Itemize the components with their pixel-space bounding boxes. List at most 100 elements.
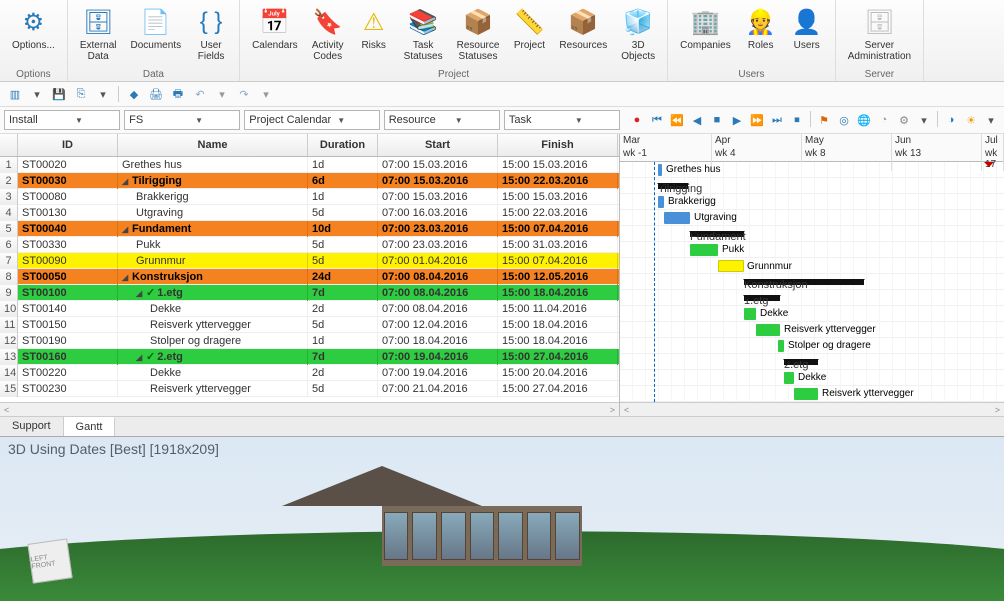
drop2-icon[interactable]: ▾ — [982, 111, 1000, 129]
record-icon[interactable]: ● — [628, 111, 646, 129]
prev2-icon[interactable]: ⏪ — [668, 111, 686, 129]
gantt-task-bar[interactable]: Pukk — [690, 244, 718, 256]
gantt-task-bar[interactable]: Stolper og dragere — [778, 340, 784, 352]
table-row[interactable]: 11ST00150Reisverk yttervegger5d07:00 12.… — [0, 317, 619, 333]
user-fields-button[interactable]: { }User Fields — [189, 4, 233, 68]
printpreview-icon[interactable]: 🖶 — [169, 85, 187, 103]
3d-viewport[interactable]: 3D Using Dates [Best] [1918x209] LEFT FR… — [0, 436, 1004, 601]
table-row[interactable]: 13ST00160✓2.etg7d07:00 19.04.201615:00 2… — [0, 349, 619, 365]
resource-combo[interactable]: Resource▼ — [384, 110, 500, 130]
drop-icon[interactable]: ▾ — [915, 111, 933, 129]
dropdown1-icon[interactable]: ▾ — [28, 85, 46, 103]
table-row[interactable]: 3ST00080Brakkerigg1d07:00 15.03.201615:0… — [0, 189, 619, 205]
gantt-task-bar[interactable]: Dekke — [744, 308, 756, 320]
gantt-task-bar[interactable]: Reisverk yttervegger — [794, 388, 818, 400]
undo-drop-icon[interactable]: ▾ — [213, 85, 231, 103]
gantt-task-bar[interactable]: Dekke — [784, 372, 794, 384]
table-row[interactable]: 4ST00130Utgraving5d07:00 16.03.201615:00… — [0, 205, 619, 221]
gantt-summary-bar[interactable]: Konstruksjon — [744, 279, 864, 285]
table-row[interactable]: 14ST00220Dekke2d07:00 19.04.201615:00 20… — [0, 365, 619, 381]
3d-objects-button[interactable]: 🧊3D Objects — [615, 4, 661, 68]
grid-hscroll[interactable]: <> — [0, 402, 619, 416]
prev-icon[interactable]: ◀ — [688, 111, 706, 129]
table-row[interactable]: 9ST00100✓1.etg7d07:00 08.04.201615:00 18… — [0, 285, 619, 301]
install-combo[interactable]: Install▼ — [4, 110, 120, 130]
print-icon[interactable]: 🖨 — [147, 85, 165, 103]
activity-codes-button[interactable]: 🔖Activity Codes — [306, 4, 350, 68]
expand-icon[interactable] — [122, 269, 130, 277]
table-row[interactable]: 7ST00090Grunnmur5d07:00 01.04.201615:00 … — [0, 253, 619, 269]
expand-icon[interactable] — [122, 173, 130, 181]
target-icon[interactable]: ◎ — [835, 111, 853, 129]
redo-drop-icon[interactable]: ▾ — [257, 85, 275, 103]
task-combo[interactable]: Task▼ — [504, 110, 620, 130]
id-header[interactable]: ID — [18, 134, 118, 156]
gantt-summary-bar[interactable]: Fundament — [690, 231, 744, 237]
gantt-summary-bar[interactable]: Tilrigging — [658, 183, 688, 189]
gear-small-icon[interactable]: ⚙ — [895, 111, 913, 129]
dropdown2-icon[interactable]: ▾ — [94, 85, 112, 103]
table-row[interactable]: 6ST00330Pukk5d07:00 23.03.201615:00 31.0… — [0, 237, 619, 253]
table-row[interactable]: 8ST00050Konstruksjon24d07:00 08.04.20161… — [0, 269, 619, 285]
duration-header[interactable]: Duration — [308, 134, 378, 156]
undo-icon[interactable]: ↶ — [191, 85, 209, 103]
expand-icon[interactable] — [136, 285, 144, 293]
gantt-task-bar[interactable]: Brakkerigg — [658, 196, 664, 208]
next-icon[interactable]: ▶ — [728, 111, 746, 129]
gantt-task-bar[interactable]: Reisverk yttervegger — [756, 324, 780, 336]
table-row[interactable]: 12ST00190Stolper og dragere1d07:00 18.04… — [0, 333, 619, 349]
gantt-task-bar[interactable]: Grunnmur — [718, 260, 744, 272]
gantt-summary-bar[interactable]: 2.etg — [784, 359, 818, 365]
next2-icon[interactable]: ⏩ — [748, 111, 766, 129]
server-admin-button[interactable]: 🗄Server Administration — [842, 4, 917, 68]
new-icon[interactable]: ▥ — [6, 85, 24, 103]
tab-support[interactable]: Support — [0, 417, 64, 436]
viewcube-icon[interactable]: LEFT FRONT — [27, 538, 72, 583]
saveas-icon[interactable]: ⎘ — [72, 85, 90, 103]
globe-icon[interactable]: 🌐 — [855, 111, 873, 129]
save-icon[interactable]: 💾 — [50, 85, 68, 103]
table-row[interactable]: 2ST00030Tilrigging6d07:00 15.03.201615:0… — [0, 173, 619, 189]
calendars-button[interactable]: 📅Calendars — [246, 4, 304, 68]
moon-icon[interactable]: ◑ — [942, 111, 960, 129]
capture-icon[interactable]: ⏹ — [788, 111, 806, 129]
gantt-hscroll[interactable]: <> — [620, 402, 1004, 416]
name-header[interactable]: Name — [118, 134, 308, 156]
resource-statuses-button[interactable]: 📦Resource Statuses — [451, 4, 506, 68]
redo-icon[interactable]: ↷ — [235, 85, 253, 103]
gantt-task-bar[interactable]: Utgraving — [664, 212, 690, 224]
expand-icon[interactable] — [122, 221, 130, 229]
table-row[interactable]: 1ST00020Grethes hus1d07:00 15.03.201615:… — [0, 157, 619, 173]
grid-body[interactable]: 1ST00020Grethes hus1d07:00 15.03.201615:… — [0, 157, 619, 402]
stop-icon[interactable]: ■ — [708, 111, 726, 129]
expand-icon[interactable] — [136, 349, 144, 357]
finish-header[interactable]: Finish — [498, 134, 618, 156]
tab-gantt[interactable]: Gantt — [64, 417, 116, 436]
ribbon-group: 📅Calendars🔖Activity Codes⚠Risks📚Task Sta… — [240, 0, 668, 81]
sun-icon[interactable]: ☀ — [962, 111, 980, 129]
risks-button[interactable]: ⚠Risks — [352, 4, 396, 68]
companies-button[interactable]: 🏢Companies — [674, 4, 737, 68]
users-button[interactable]: 👤Users — [785, 4, 829, 68]
flag-icon[interactable]: ⚑ — [815, 111, 833, 129]
table-row[interactable]: 15ST00230Reisverk yttervegger5d07:00 21.… — [0, 381, 619, 397]
first-icon[interactable]: ⏮ — [648, 111, 666, 129]
gantt-summary-bar[interactable]: 1.etg — [744, 295, 780, 301]
gantt-body[interactable]: Grethes hus Tilrigging BrakkeriggUtgraving… — [620, 162, 1004, 402]
project-button[interactable]: 📏Project — [507, 4, 551, 68]
calendar-combo[interactable]: Project Calendar▼ — [244, 110, 379, 130]
roles-button[interactable]: 👷Roles — [739, 4, 783, 68]
start-header[interactable]: Start — [378, 134, 498, 156]
fs-combo[interactable]: FS▼ — [124, 110, 240, 130]
table-row[interactable]: 5ST00040Fundament10d07:00 23.03.201615:0… — [0, 221, 619, 237]
table-row[interactable]: 10ST00140Dekke2d07:00 08.04.201615:00 11… — [0, 301, 619, 317]
documents-button[interactable]: 📄Documents — [125, 4, 188, 68]
resources-button[interactable]: 📦Resources — [553, 4, 613, 68]
gantt-task-bar[interactable]: Grethes hus — [658, 164, 662, 176]
view1-icon[interactable]: ◔ — [875, 111, 893, 129]
diamond-icon[interactable]: ◆ — [125, 85, 143, 103]
last-icon[interactable]: ⏭ — [768, 111, 786, 129]
external-data-button[interactable]: 🗄External Data — [74, 4, 123, 68]
options-button[interactable]: ⚙Options... — [6, 4, 61, 68]
task-statuses-button[interactable]: 📚Task Statuses — [398, 4, 449, 68]
